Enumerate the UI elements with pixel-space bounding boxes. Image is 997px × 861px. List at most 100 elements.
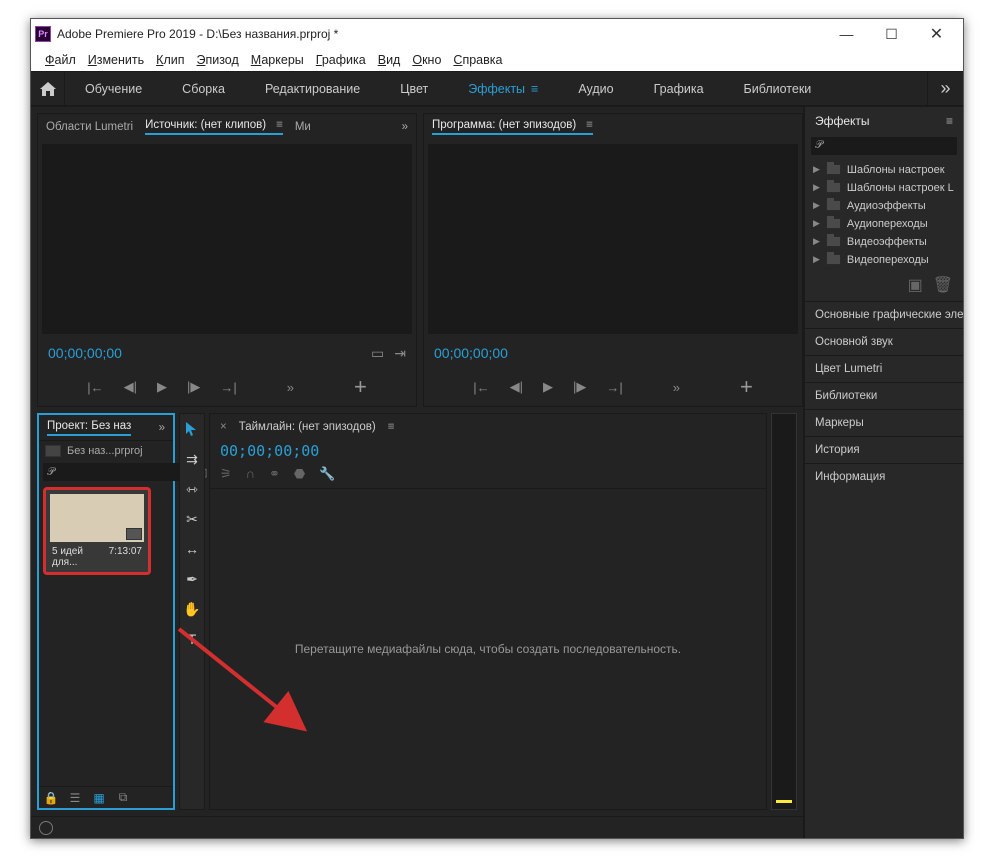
effects-search-input[interactable] xyxy=(811,137,957,155)
workspace-overflow-button[interactable]: » xyxy=(927,71,963,107)
magnet-icon[interactable]: ∩ xyxy=(246,466,255,482)
razor-tool[interactable]: ✂ xyxy=(183,510,201,528)
tabs-overflow-button[interactable]: » xyxy=(159,422,165,434)
sync-icon[interactable] xyxy=(39,821,53,835)
audio-meter[interactable] xyxy=(771,413,797,810)
tab-lumetri-scopes[interactable]: Области Lumetri xyxy=(46,121,133,133)
menu-window[interactable]: Окно xyxy=(406,51,447,69)
selection-tool[interactable] xyxy=(183,420,201,438)
close-tab-icon[interactable]: × xyxy=(220,421,227,433)
menu-clip[interactable]: Клип xyxy=(150,51,190,69)
project-search-input[interactable] xyxy=(43,463,193,481)
hand-tool[interactable]: ✋ xyxy=(183,600,201,618)
tab-source[interactable]: Источник: (нет клипов)≡ xyxy=(145,119,283,135)
source-timecode[interactable]: 00;00;00;00 xyxy=(48,345,122,361)
panel-menu-icon[interactable]: ≡ xyxy=(388,421,395,433)
panel-essential-sound[interactable]: Основной звук xyxy=(805,328,963,355)
snap-icon[interactable]: ⚞ xyxy=(220,466,232,482)
step-forward-button[interactable]: |▶ xyxy=(187,379,200,395)
panel-info[interactable]: Информация xyxy=(805,463,963,490)
transport-overflow[interactable]: » xyxy=(287,380,294,395)
workspace-learning[interactable]: Обучение xyxy=(65,71,162,107)
chevron-right-icon: ▶ xyxy=(813,236,820,247)
panel-menu-icon[interactable]: ≡ xyxy=(586,119,593,131)
go-in-button[interactable]: |← xyxy=(87,380,103,395)
effects-folder[interactable]: ▶Аудиоэффекты xyxy=(807,197,961,215)
lock-icon[interactable]: 🔒 xyxy=(43,790,59,806)
maximize-button[interactable]: ☐ xyxy=(869,19,914,49)
clip-item[interactable]: 5 идей для... 7:13:07 xyxy=(43,487,151,575)
play-button[interactable]: ▶ xyxy=(157,379,167,395)
menu-file[interactable]: Файл xyxy=(39,51,82,69)
type-tool[interactable]: T xyxy=(183,630,201,648)
project-items[interactable]: 5 идей для... 7:13:07 xyxy=(39,483,173,786)
menu-graphics[interactable]: Графика xyxy=(310,51,372,69)
ripple-edit-tool[interactable]: ⇿ xyxy=(183,480,201,498)
effects-folder[interactable]: ▶Шаблоны настроек xyxy=(807,161,961,179)
menu-help[interactable]: Справка xyxy=(447,51,508,69)
workspace-effects[interactable]: Эффекты≡ xyxy=(448,71,558,107)
menu-edit[interactable]: Изменить xyxy=(82,51,150,69)
menu-markers[interactable]: Маркеры xyxy=(245,51,310,69)
panel-menu-icon[interactable]: ≡ xyxy=(276,119,283,131)
tab-program[interactable]: Программа: (нет эпизодов)≡ xyxy=(432,119,593,135)
step-back-button[interactable]: ◀| xyxy=(124,379,137,395)
panel-essential-graphics[interactable]: Основные графические эле xyxy=(805,301,963,328)
menu-view[interactable]: Вид xyxy=(372,51,407,69)
chevron-right-icon: ▶ xyxy=(813,182,820,193)
effects-folder[interactable]: ▶Шаблоны настроек L xyxy=(807,179,961,197)
tab-mi[interactable]: Ми xyxy=(295,121,311,133)
close-button[interactable]: ✕ xyxy=(914,19,959,49)
program-timecode[interactable]: 00;00;00;00 xyxy=(434,345,508,361)
add-button-editor[interactable]: + xyxy=(354,374,367,400)
workspace-audio[interactable]: Аудио xyxy=(558,71,633,107)
panel-history[interactable]: История xyxy=(805,436,963,463)
marker-icon[interactable]: ⬣ xyxy=(294,466,305,482)
timeline-timecode[interactable]: 00;00;00;00 xyxy=(220,442,766,460)
home-button[interactable] xyxy=(31,71,65,107)
workspace-graphics[interactable]: Графика xyxy=(634,71,724,107)
folder-icon xyxy=(826,218,841,229)
workspace-color[interactable]: Цвет xyxy=(380,71,448,107)
transport-overflow[interactable]: » xyxy=(673,380,680,395)
settings-icon[interactable]: ⇥ xyxy=(394,345,406,362)
panel-menu-icon[interactable]: ≡ xyxy=(946,114,953,128)
go-out-button[interactable]: →| xyxy=(220,380,236,395)
tab-project[interactable]: Проект: Без наз xyxy=(47,420,131,436)
program-display[interactable] xyxy=(428,144,798,334)
workspace-libraries[interactable]: Библиотеки xyxy=(724,71,832,107)
panel-libraries[interactable]: Библиотеки xyxy=(805,382,963,409)
link-icon[interactable]: ⚭ xyxy=(269,466,280,482)
menu-sequence[interactable]: Эпизод xyxy=(190,51,244,69)
workspace-editing[interactable]: Редактирование xyxy=(245,71,380,107)
step-back-button[interactable]: ◀| xyxy=(510,379,523,395)
fit-icon[interactable]: ▭ xyxy=(371,345,384,362)
step-forward-button[interactable]: |▶ xyxy=(573,379,586,395)
panel-lumetri-color[interactable]: Цвет Lumetri xyxy=(805,355,963,382)
effects-panel-header: Эффекты ≡ xyxy=(805,107,963,135)
monitor-row: Области Lumetri Источник: (нет клипов)≡ … xyxy=(31,107,803,407)
wrench-icon[interactable]: 🔧 xyxy=(319,466,335,482)
trash-icon[interactable]: 🗑 xyxy=(933,275,953,295)
effects-folder[interactable]: ▶Видеоэффекты xyxy=(807,233,961,251)
workspace-assembly[interactable]: Сборка xyxy=(162,71,245,107)
slip-tool[interactable]: ↔ xyxy=(183,540,201,558)
go-out-button[interactable]: →| xyxy=(606,380,622,395)
pen-tool[interactable]: ✒ xyxy=(183,570,201,588)
minimize-button[interactable]: — xyxy=(824,19,869,49)
source-display[interactable] xyxy=(42,144,412,334)
track-select-tool[interactable]: ⇉ xyxy=(183,450,201,468)
effects-folder[interactable]: ▶Аудиопереходы xyxy=(807,215,961,233)
add-button-editor[interactable]: + xyxy=(740,374,753,400)
effects-folder[interactable]: ▶Видеопереходы xyxy=(807,251,961,269)
timeline-drop-area[interactable]: Перетащите медиафайлы сюда, чтобы создат… xyxy=(210,489,766,809)
icon-view-button[interactable]: ▦ xyxy=(91,790,107,806)
go-in-button[interactable]: |← xyxy=(473,380,489,395)
new-bin-icon[interactable]: ▣ xyxy=(908,275,923,295)
project-path: D:\Без названия.prproj * xyxy=(206,27,338,41)
play-button[interactable]: ▶ xyxy=(543,379,553,395)
tabs-overflow-button[interactable]: » xyxy=(402,121,408,133)
panel-markers[interactable]: Маркеры xyxy=(805,409,963,436)
freeform-view-button[interactable]: ⧉ xyxy=(115,790,131,806)
list-view-button[interactable]: ☰ xyxy=(67,790,83,806)
